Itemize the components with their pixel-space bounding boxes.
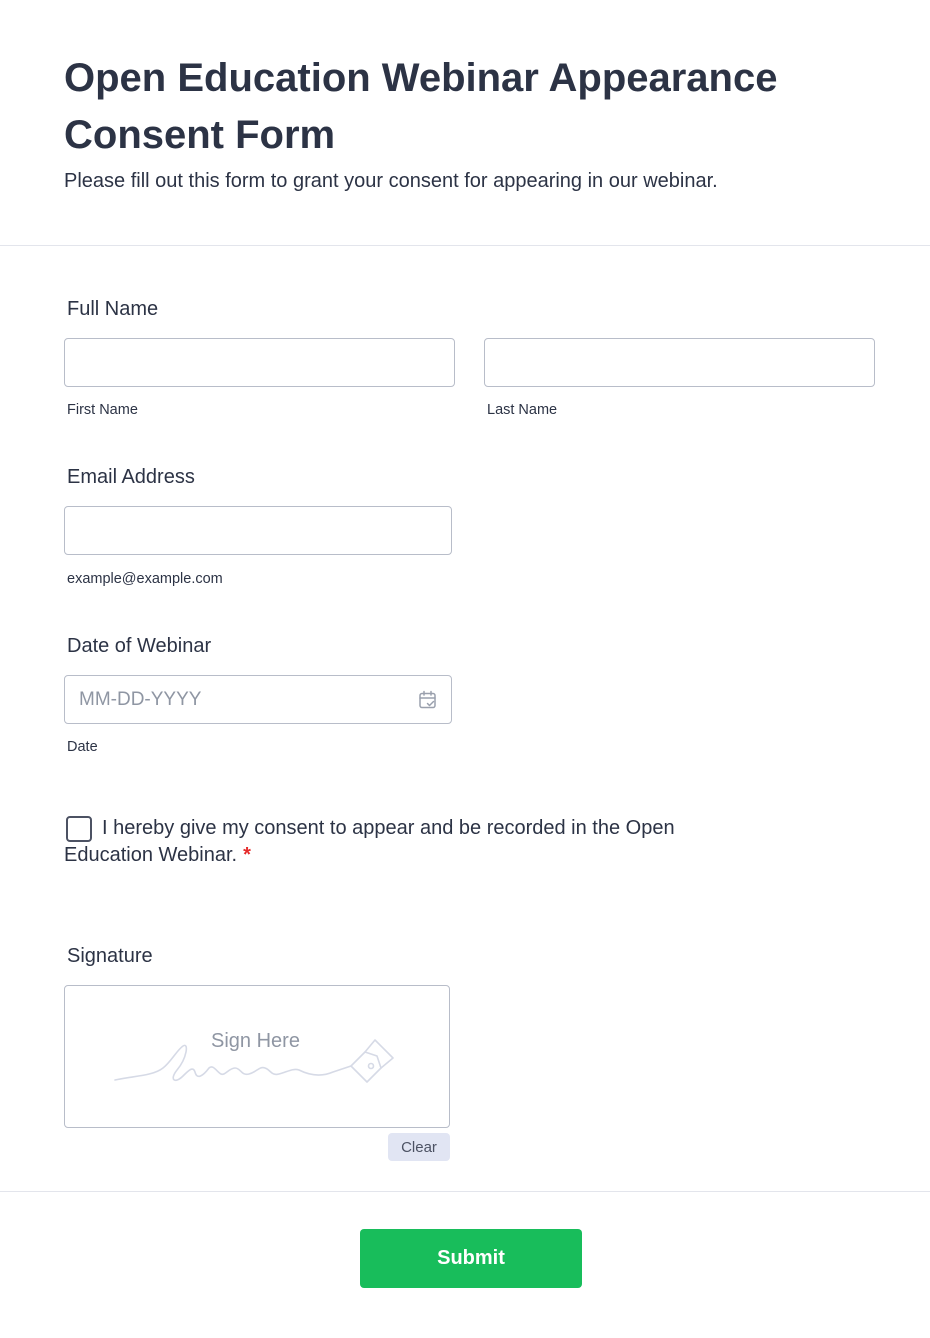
email-input[interactable] [65, 507, 451, 554]
last-name-field[interactable] [484, 338, 875, 387]
date-input[interactable] [65, 676, 451, 723]
first-name-sublabel: First Name [67, 402, 138, 418]
consent-label[interactable]: I hereby give my consent to appear and b… [64, 815, 744, 869]
form-subtitle: Please fill out this form to grant your … [64, 170, 718, 192]
form-title: Open Education Webinar Appearance Consen… [64, 56, 778, 157]
email-sublabel: example@example.com [67, 571, 223, 587]
submit-button[interactable]: Submit [360, 1229, 582, 1288]
calendar-icon[interactable] [417, 689, 439, 711]
clear-signature-button[interactable]: Clear [388, 1133, 450, 1161]
consent-text: I hereby give my consent to appear and b… [64, 817, 675, 866]
first-name-field[interactable] [64, 338, 455, 387]
form-header: Open Education Webinar Appearance Consen… [0, 0, 930, 246]
date-label: Date of Webinar [67, 635, 212, 657]
signature-pad[interactable]: Sign Here [64, 985, 450, 1128]
signature-label: Signature [67, 945, 153, 967]
footer-divider [0, 1191, 930, 1192]
sign-here-placeholder: Sign Here [211, 1030, 300, 1052]
last-name-input[interactable] [485, 339, 874, 386]
last-name-sublabel: Last Name [487, 402, 558, 418]
full-name-label: Full Name [67, 298, 159, 320]
email-label: Email Address [67, 466, 195, 488]
date-field[interactable] [64, 675, 452, 724]
first-name-input[interactable] [65, 339, 454, 386]
date-sublabel: Date [67, 739, 98, 755]
email-field[interactable] [64, 506, 452, 555]
required-asterisk: * [243, 844, 251, 866]
